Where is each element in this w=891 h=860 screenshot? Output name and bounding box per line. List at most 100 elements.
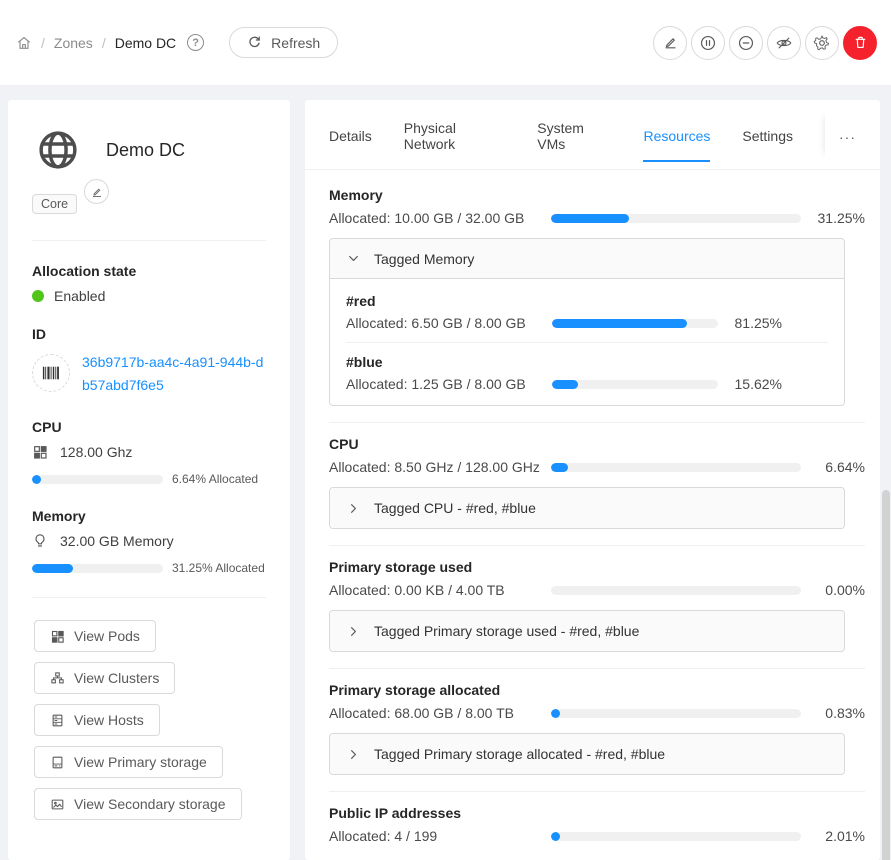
section-title: Primary storage allocated xyxy=(329,682,865,698)
percent-label: 15.62% xyxy=(728,376,782,392)
zone-summary-card: Demo DC Core Allocation state Enabled ID xyxy=(8,100,290,860)
resource-section-primary-storage-allocated: Primary storage allocated Allocated: 68.… xyxy=(329,669,865,791)
id-label: ID xyxy=(32,326,266,342)
allocated-label: Allocated: 68.00 GB / 8.00 TB xyxy=(329,705,541,721)
tagged-entry: #red Allocated: 6.50 GB / 8.00 GB 81.25% xyxy=(346,293,828,331)
home-icon[interactable] xyxy=(16,35,32,51)
storage-used-progress-bar xyxy=(551,586,801,595)
memory-allocated-label: 31.25% Allocated xyxy=(172,561,265,575)
resource-section-cpu: CPU Allocated: 8.50 GHz / 128.00 GHz 6.6… xyxy=(329,423,865,545)
resource-section-memory: Memory Allocated: 10.00 GB / 32.00 GB 31… xyxy=(329,174,865,422)
eye-invisible-icon xyxy=(775,34,793,52)
pause-circle-icon xyxy=(699,34,717,52)
chevron-right-icon xyxy=(347,625,360,638)
tab-resources[interactable]: Resources xyxy=(643,108,710,162)
zone-title: Demo DC xyxy=(106,140,185,161)
allocation-state-label: Allocation state xyxy=(32,263,266,279)
collapse-header[interactable]: Tagged Primary storage allocated - #red,… xyxy=(330,734,844,774)
tag-name: #blue xyxy=(346,354,828,370)
percent-label: 0.83% xyxy=(811,705,865,721)
edit-button[interactable] xyxy=(653,26,687,60)
section-title: Memory xyxy=(329,187,865,203)
cpu-label: CPU xyxy=(32,419,266,435)
allocated-label: Allocated: 8.50 GHz / 128.00 GHz xyxy=(329,459,541,475)
divider xyxy=(32,597,266,598)
allocated-label: Allocated: 4 / 199 xyxy=(329,828,541,844)
appstore-icon xyxy=(32,444,48,460)
zone-detail-card: Details Physical Network System VMs Reso… xyxy=(305,100,880,860)
view-primary-storage-button[interactable]: View Primary storage xyxy=(34,746,223,778)
edit-name-button[interactable] xyxy=(84,179,109,204)
section-title: Primary storage used xyxy=(329,559,865,575)
tab-system-vms[interactable]: System VMs xyxy=(537,100,611,170)
gear-icon xyxy=(813,34,831,52)
storage-allocated-progress-bar xyxy=(551,709,801,718)
status-dot-icon xyxy=(32,290,44,302)
collapse-header[interactable]: Tagged CPU - #red, #blue xyxy=(330,488,844,528)
hdd-icon xyxy=(50,755,65,770)
percent-label: 6.64% xyxy=(811,459,865,475)
divider xyxy=(346,342,828,343)
allocated-label: Allocated: 0.00 KB / 4.00 TB xyxy=(329,582,541,598)
pencil-icon xyxy=(91,186,103,198)
view-secondary-storage-button[interactable]: View Secondary storage xyxy=(34,788,242,820)
globe-icon xyxy=(36,128,80,172)
delete-button[interactable] xyxy=(843,26,877,60)
picture-icon xyxy=(50,797,65,812)
percent-label: 31.25% xyxy=(811,210,865,226)
tab-bar: Details Physical Network System VMs Reso… xyxy=(305,100,880,170)
id-section: ID 36b9717b-aa4c-4a91-944b-db57abd7f6e5 xyxy=(32,326,266,397)
allocated-label: Allocated: 6.50 GB / 8.00 GB xyxy=(346,315,542,331)
refresh-button[interactable]: Refresh xyxy=(229,27,338,58)
collapse-header[interactable]: Tagged Primary storage used - #red, #blu… xyxy=(330,611,844,651)
barcode-icon xyxy=(32,354,70,392)
section-title: Public IP addresses xyxy=(329,805,865,821)
tagged-cpu-collapse: Tagged CPU - #red, #blue xyxy=(329,487,845,529)
cpu-progress-bar xyxy=(32,475,163,484)
help-icon[interactable]: ? xyxy=(187,34,204,51)
hide-button[interactable] xyxy=(767,26,801,60)
tagged-memory-collapse: Tagged Memory #red Allocated: 6.50 GB / … xyxy=(329,238,845,406)
chevron-right-icon xyxy=(347,502,360,515)
percent-label: 81.25% xyxy=(728,315,782,331)
tag-name: #red xyxy=(346,293,828,309)
allocated-label: Allocated: 1.25 GB / 8.00 GB xyxy=(346,376,542,392)
pause-button[interactable] xyxy=(691,26,725,60)
tagged-storage-used-collapse: Tagged Primary storage used - #red, #blu… xyxy=(329,610,845,652)
cpu-value: 128.00 Ghz xyxy=(60,444,132,460)
tagged-entry: #blue Allocated: 1.25 GB / 8.00 GB 15.62… xyxy=(346,354,828,392)
memory-section: Memory 32.00 GB Memory 31.25% Allocated xyxy=(32,508,266,575)
tab-physical-network[interactable]: Physical Network xyxy=(404,100,505,170)
view-pods-button[interactable]: View Pods xyxy=(34,620,156,652)
tab-more-button[interactable]: ··· xyxy=(825,109,856,161)
tag-progress-bar xyxy=(552,380,718,389)
memory-progress-bar xyxy=(32,564,163,573)
tab-settings[interactable]: Settings xyxy=(742,108,793,162)
scrollbar-thumb[interactable] xyxy=(882,490,890,860)
divider xyxy=(32,240,266,241)
zone-id-link[interactable]: 36b9717b-aa4c-4a91-944b-db57abd7f6e5 xyxy=(82,351,266,397)
view-hosts-button[interactable]: View Hosts xyxy=(34,704,160,736)
bulb-icon xyxy=(32,533,48,549)
collapse-header[interactable]: Tagged Memory xyxy=(330,239,844,279)
tab-details[interactable]: Details xyxy=(329,108,372,162)
tag-progress-bar xyxy=(552,319,718,328)
memory-label: Memory xyxy=(32,508,266,524)
memory-progress-bar xyxy=(551,214,801,223)
view-clusters-button[interactable]: View Clusters xyxy=(34,662,175,694)
breadcrumb-separator: / xyxy=(41,35,45,51)
breadcrumb-current: Demo DC xyxy=(115,35,176,51)
chevron-down-icon xyxy=(347,252,360,265)
cluster-icon xyxy=(50,671,65,686)
settings-button[interactable] xyxy=(805,26,839,60)
cpu-section: CPU 128.00 Ghz 6.64% Allocated xyxy=(32,419,266,486)
reload-icon xyxy=(247,35,262,50)
view-buttons: View Pods View Clusters View Hosts View … xyxy=(32,620,266,820)
breadcrumb-separator: / xyxy=(102,35,106,51)
zone-type-tag: Core xyxy=(32,194,77,214)
resources-panel: Memory Allocated: 10.00 GB / 32.00 GB 31… xyxy=(305,170,880,860)
percent-label: 2.01% xyxy=(811,828,865,844)
disable-button[interactable] xyxy=(729,26,763,60)
breadcrumb-zones-link[interactable]: Zones xyxy=(54,35,93,51)
database-icon xyxy=(50,713,65,728)
